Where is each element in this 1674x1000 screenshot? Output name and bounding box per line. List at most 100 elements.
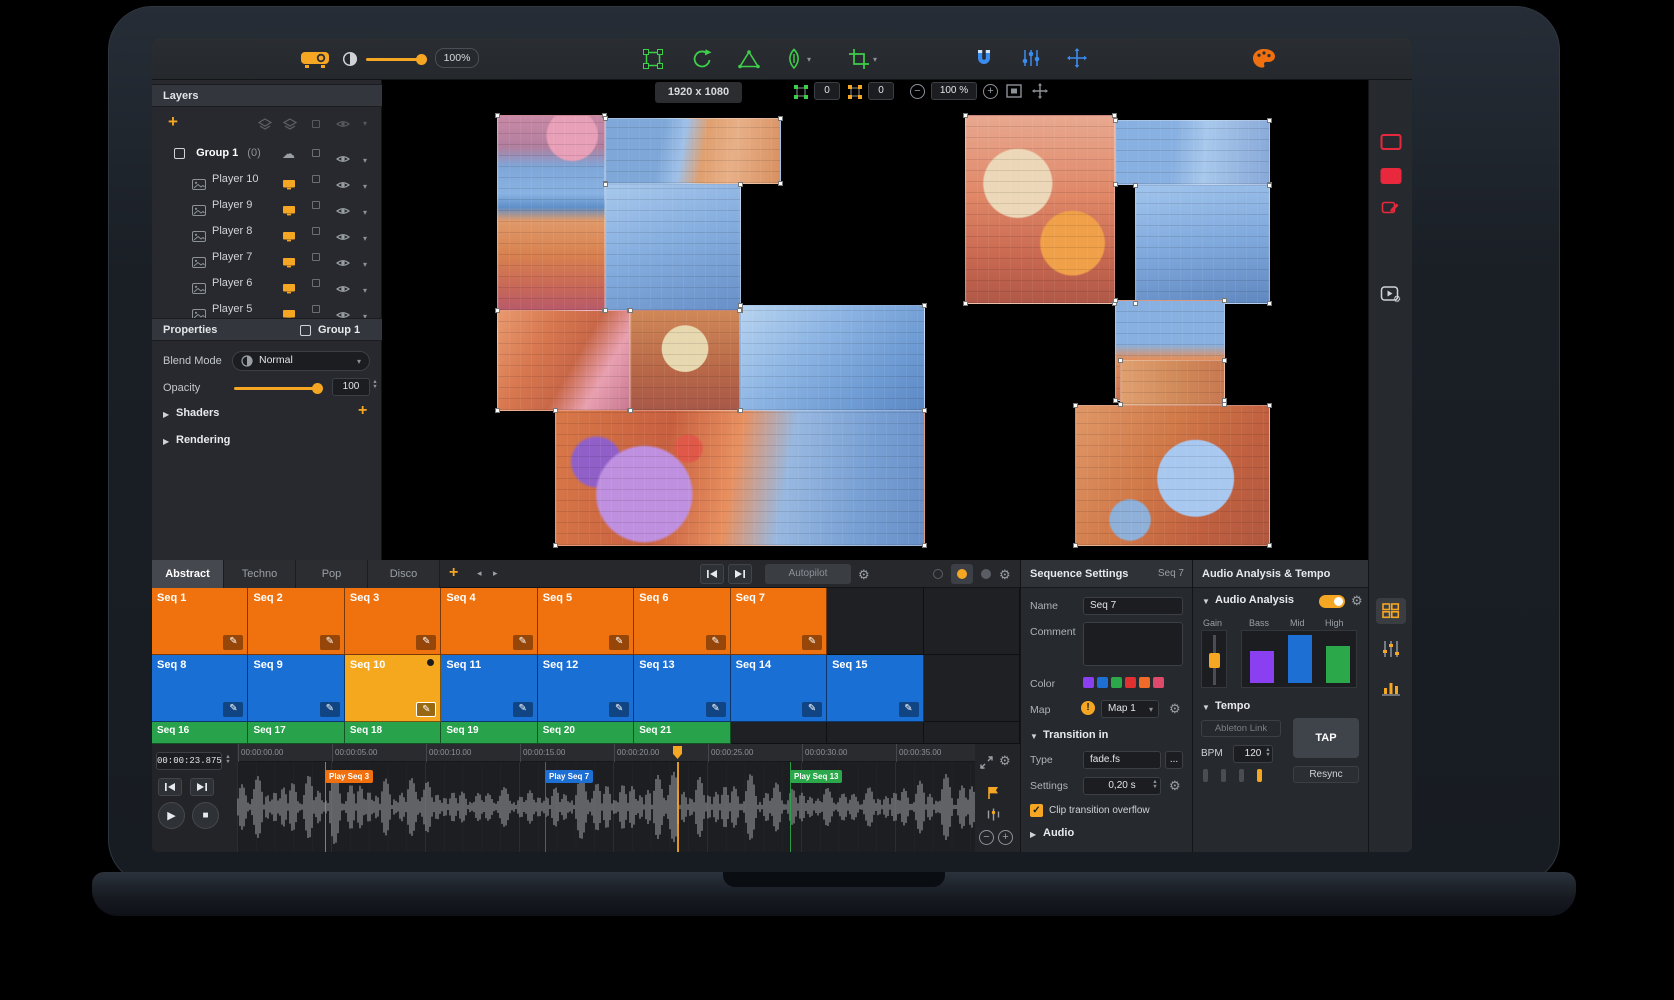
transition-gear-icon[interactable]: ⚙ bbox=[1169, 778, 1181, 794]
audio-collapse-icon[interactable]: ▶ bbox=[1030, 830, 1036, 839]
layer-row[interactable]: Player 9 ▾ bbox=[152, 192, 382, 218]
transition-collapse-icon[interactable]: ▼ bbox=[1030, 732, 1038, 741]
audio-analysis-label[interactable]: Audio Analysis bbox=[1215, 594, 1294, 606]
edit-sequence-icon[interactable]: ✎ bbox=[416, 702, 436, 717]
mapped-surface[interactable] bbox=[1135, 185, 1270, 304]
edit-sequence-icon[interactable]: ✎ bbox=[609, 702, 629, 717]
display-mode-dot[interactable] bbox=[981, 569, 991, 579]
visibility-all-icon[interactable] bbox=[336, 119, 350, 132]
sequence-cell[interactable]: Seq 8✎ bbox=[152, 655, 248, 722]
zoom-value[interactable]: 100 % bbox=[931, 82, 977, 100]
pos-y-value[interactable]: 0 bbox=[868, 82, 894, 100]
rendering-label[interactable]: Rendering bbox=[176, 434, 230, 446]
grid-view-button[interactable] bbox=[1376, 598, 1406, 624]
duration-spinner[interactable]: ▲▼ bbox=[1151, 780, 1159, 789]
edit-sequence-icon[interactable]: ✎ bbox=[706, 635, 726, 650]
playhead-line[interactable] bbox=[677, 762, 679, 852]
mapped-surface[interactable] bbox=[740, 305, 925, 411]
layer-solo-toggle[interactable] bbox=[312, 175, 320, 183]
add-shader-button[interactable]: + bbox=[358, 402, 367, 420]
layer-eye-icon[interactable] bbox=[336, 304, 350, 318]
crop-tool-icon[interactable] bbox=[848, 48, 870, 73]
mapped-surface[interactable] bbox=[630, 310, 740, 411]
mapped-surface[interactable] bbox=[605, 184, 741, 311]
display-mode-dot[interactable] bbox=[933, 569, 943, 579]
preview-play-icon[interactable]: ⚙ bbox=[1380, 286, 1401, 306]
rotate-tool-icon[interactable] bbox=[691, 48, 713, 73]
zoom-out-icon[interactable]: − bbox=[910, 84, 925, 99]
solo-all-toggle[interactable] bbox=[312, 120, 320, 128]
tab-techno[interactable]: Techno bbox=[224, 560, 296, 588]
layer-solo-toggle[interactable] bbox=[312, 201, 320, 209]
mapped-surface[interactable] bbox=[1115, 120, 1270, 185]
sequence-cell[interactable]: Seq 14✎ bbox=[731, 655, 827, 722]
shaders-collapse-icon[interactable]: ▶ bbox=[163, 410, 169, 419]
edit-sequence-icon[interactable]: ✎ bbox=[513, 635, 533, 650]
name-input[interactable]: Seq 7 bbox=[1083, 597, 1183, 615]
properties-group-checkbox[interactable] bbox=[300, 325, 311, 336]
autopilot-gear-icon[interactable]: ⚙ bbox=[858, 567, 870, 583]
skip-end-button[interactable] bbox=[728, 564, 752, 584]
empty-cell[interactable] bbox=[827, 588, 923, 655]
audio-section-label[interactable]: Audio bbox=[1043, 827, 1074, 839]
zoom-in-icon[interactable]: + bbox=[983, 84, 998, 99]
stop-button[interactable]: ■ bbox=[192, 802, 219, 829]
sequence-cell[interactable]: Seq 12✎ bbox=[538, 655, 634, 722]
mapped-surface[interactable] bbox=[1120, 360, 1225, 405]
edit-sequence-icon[interactable]: ✎ bbox=[706, 702, 726, 717]
mixer-view-icon[interactable] bbox=[1382, 640, 1400, 661]
ableton-link-button[interactable]: Ableton Link bbox=[1201, 720, 1281, 737]
empty-cell[interactable] bbox=[924, 588, 1020, 655]
color-swatch[interactable] bbox=[1097, 677, 1108, 688]
marker-play-seq-13[interactable]: Play Seq 13 bbox=[790, 770, 842, 783]
display-mode-active[interactable] bbox=[951, 564, 973, 584]
collapse-all-icon[interactable]: ▾ bbox=[363, 119, 367, 128]
layer-row[interactable]: Player 10 ▾ bbox=[152, 166, 382, 192]
group-checkbox[interactable] bbox=[174, 148, 185, 159]
color-swatch[interactable] bbox=[1153, 677, 1164, 688]
empty-cell[interactable] bbox=[924, 722, 1020, 744]
layer-row[interactable]: Player 6 ▾ bbox=[152, 270, 382, 296]
sequence-cell[interactable]: Seq 2✎ bbox=[248, 588, 344, 655]
mapped-surface[interactable] bbox=[555, 410, 925, 546]
layer-row-group[interactable]: Group 1 (0) ☁ ▾ bbox=[152, 140, 382, 166]
layer-row[interactable]: Player 7 ▾ bbox=[152, 244, 382, 270]
transform-tool-icon[interactable] bbox=[642, 48, 664, 73]
sequence-cell[interactable]: Seq 16 bbox=[152, 722, 248, 744]
pen-tool-icon[interactable] bbox=[784, 48, 804, 73]
transition-duration-input[interactable]: 0,20 s bbox=[1083, 777, 1161, 795]
mapped-surface[interactable] bbox=[965, 115, 1115, 304]
edit-sequence-icon[interactable]: ✎ bbox=[416, 635, 436, 650]
sequencer-settings-gear-icon[interactable]: ⚙ bbox=[999, 567, 1011, 583]
empty-cell[interactable] bbox=[731, 722, 827, 744]
output-filled-icon[interactable] bbox=[1380, 168, 1401, 184]
layer-row[interactable]: Player 5 ▾ bbox=[152, 296, 382, 318]
edit-sequence-icon[interactable]: ✎ bbox=[320, 702, 340, 717]
sequence-cell[interactable]: Seq 15✎ bbox=[827, 655, 923, 722]
map-gear-icon[interactable]: ⚙ bbox=[1169, 701, 1181, 717]
projector-icon[interactable] bbox=[300, 48, 330, 73]
gain-fader-track[interactable] bbox=[1201, 630, 1227, 688]
sequence-cell[interactable]: Seq 19 bbox=[441, 722, 537, 744]
analysis-gear-icon[interactable]: ⚙ bbox=[1351, 593, 1363, 609]
scroll-tabs-left-icon[interactable]: ◂ bbox=[477, 568, 482, 579]
marker-play-seq-3[interactable]: Play Seq 3 bbox=[325, 770, 373, 783]
tab-disco[interactable]: Disco bbox=[368, 560, 440, 588]
gain-fader-knob[interactable] bbox=[1209, 653, 1220, 668]
audio-analysis-toggle[interactable] bbox=[1319, 595, 1345, 608]
brightness-slider[interactable] bbox=[366, 58, 422, 61]
crop-tool-dropdown-icon[interactable]: ▾ bbox=[873, 55, 877, 64]
opacity-value[interactable]: 100 bbox=[332, 378, 370, 396]
mapping-canvas[interactable]: 1920 x 1080 0 0 − 100 % + bbox=[382, 80, 1368, 560]
cloud-icon[interactable]: ☁ bbox=[282, 141, 295, 167]
move-layer-up-icon[interactable] bbox=[258, 118, 272, 133]
empty-cell[interactable] bbox=[827, 722, 923, 744]
palette-icon[interactable] bbox=[1252, 48, 1276, 72]
overflow-checkbox[interactable]: ✓ bbox=[1030, 804, 1043, 817]
sequence-cell[interactable]: Seq 7✎ bbox=[731, 588, 827, 655]
edit-sequence-icon[interactable]: ✎ bbox=[223, 702, 243, 717]
sequence-cell[interactable]: Seq 3✎ bbox=[345, 588, 441, 655]
analysis-collapse-icon[interactable]: ▼ bbox=[1202, 597, 1210, 606]
color-swatch[interactable] bbox=[1125, 677, 1136, 688]
edit-output-icon[interactable] bbox=[1381, 200, 1400, 219]
